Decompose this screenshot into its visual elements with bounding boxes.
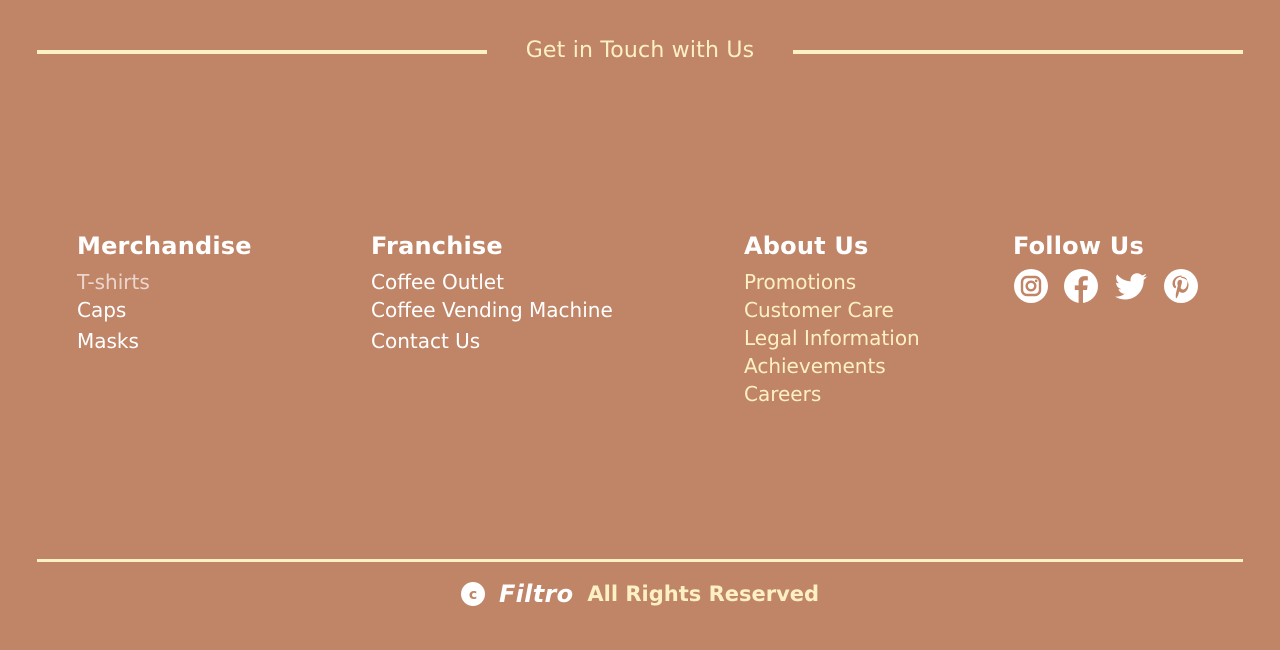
copyright-footer: c Filtro All Rights Reserved (0, 580, 1280, 608)
franchise-link-contact-us[interactable]: Contact Us (371, 327, 613, 355)
merchandise-heading: Merchandise (77, 232, 252, 260)
top-divider-right (793, 50, 1243, 54)
merchandise-list: T-shirts Caps Masks (77, 268, 252, 355)
follow-heading: Follow Us (1013, 232, 1144, 260)
franchise-heading: Franchise (371, 232, 503, 260)
about-link-careers[interactable]: Careers (744, 380, 920, 408)
brand-name: Filtro (498, 580, 574, 608)
social-icons (1013, 268, 1199, 304)
footer-page: Get in Touch with Us Merchandise T-shirt… (0, 0, 1280, 650)
franchise-column: Franchise Coffee Outlet Coffee Vending M… (371, 232, 613, 355)
about-list: Promotions Customer Care Legal Informati… (744, 268, 920, 408)
franchise-link-coffee-outlet[interactable]: Coffee Outlet (371, 268, 613, 296)
bottom-divider (37, 559, 1243, 562)
pinterest-icon[interactable] (1163, 268, 1199, 304)
twitter-icon[interactable] (1113, 268, 1149, 304)
copyright-icon: c (460, 582, 485, 606)
merchandise-link-caps[interactable]: Caps (77, 296, 252, 324)
facebook-icon[interactable] (1063, 268, 1099, 304)
instagram-icon[interactable] (1013, 268, 1049, 304)
about-link-promotions[interactable]: Promotions (744, 268, 920, 296)
franchise-link-vending-machine[interactable]: Coffee Vending Machine (371, 296, 613, 324)
merchandise-link-masks[interactable]: Masks (77, 327, 252, 355)
merchandise-column: Merchandise T-shirts Caps Masks (77, 232, 252, 355)
top-divider-left (37, 50, 487, 54)
follow-column: Follow Us (1013, 232, 1199, 304)
about-link-achievements[interactable]: Achievements (744, 352, 920, 380)
about-link-legal-information[interactable]: Legal Information (744, 324, 920, 352)
rights-text: All Rights Reserved (587, 582, 820, 606)
about-link-customer-care[interactable]: Customer Care (744, 296, 920, 324)
franchise-list: Coffee Outlet Coffee Vending Machine Con… (371, 268, 613, 355)
about-heading: About Us (744, 232, 869, 260)
svg-text:c: c (469, 587, 477, 603)
about-column: About Us Promotions Customer Care Legal … (744, 232, 920, 408)
merchandise-link-tshirts[interactable]: T-shirts (77, 268, 252, 296)
get-in-touch-title: Get in Touch with Us (525, 38, 755, 63)
